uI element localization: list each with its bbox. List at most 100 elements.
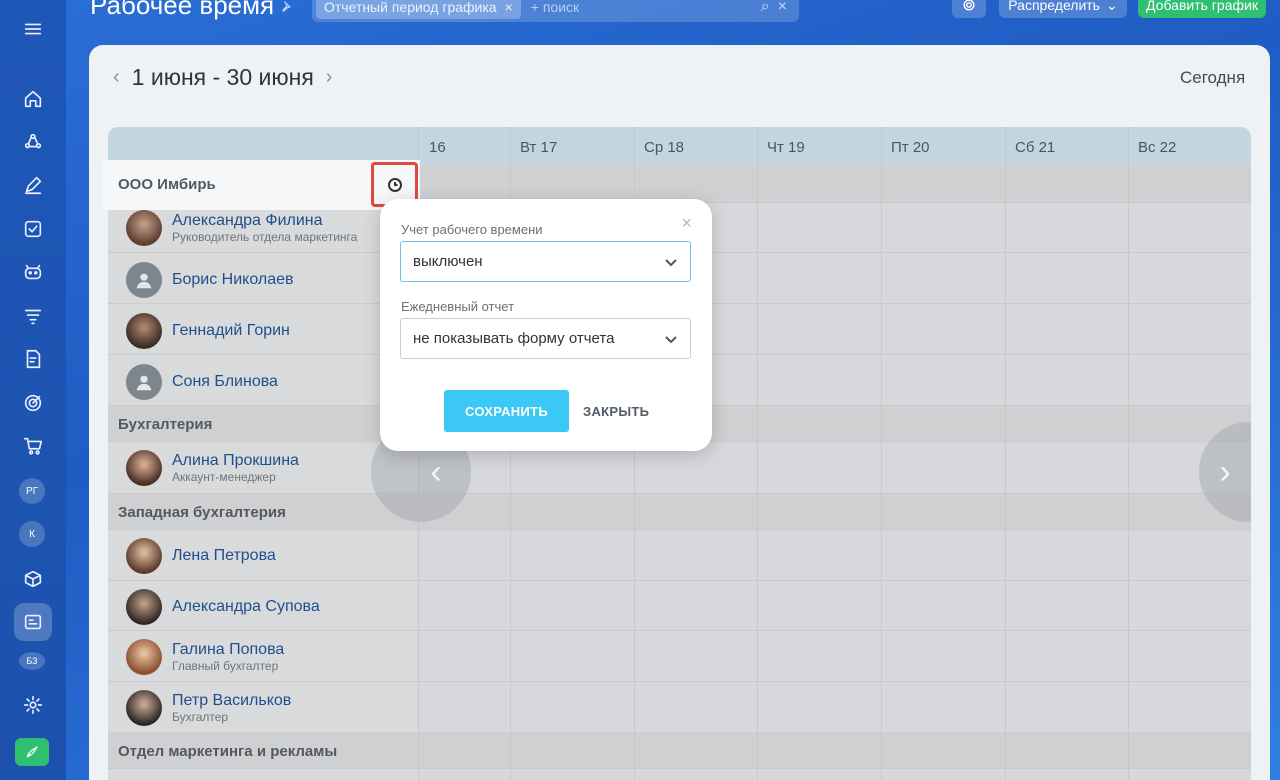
filter-funnel-icon[interactable] (14, 297, 52, 335)
rocket-icon[interactable] (15, 738, 49, 766)
employee-role: Главный бухгалтер (172, 659, 279, 673)
employee-role: Аккаунт-менеджер (172, 470, 276, 484)
column-divider (881, 127, 882, 780)
day-header: Вс 22 (1138, 139, 1177, 156)
daily-report-label: Ежедневный отчет (401, 299, 515, 314)
sidebar-avatar-rg[interactable]: РГ (19, 478, 45, 504)
employee-name[interactable]: Алина Прокшина (172, 452, 299, 470)
time-tracking-select[interactable]: выключен (400, 241, 691, 282)
employee-role: Руководитель отдела маркетинга (172, 230, 358, 244)
time-tracking-value: выключен (413, 253, 483, 270)
department-label: Отдел маркетинга и рекламы (118, 743, 338, 760)
filter-search-bar[interactable]: Отчетный период графика × + поиск ⌕ × (312, 0, 799, 22)
sidebar-avatar-k[interactable]: К (19, 521, 45, 547)
department-label: Бухгалтерия (118, 416, 213, 433)
prev-period-icon[interactable]: ‹ (113, 66, 120, 89)
avatar (126, 538, 162, 574)
chevron-left-icon: ‹ (430, 452, 442, 491)
employee-item[interactable]: Соня Блинова (126, 364, 278, 400)
avatar (126, 313, 162, 349)
add-schedule-button[interactable]: Добавить график (1138, 0, 1266, 18)
employee-name[interactable]: Лена Петрова (172, 547, 276, 565)
target-icon[interactable] (14, 384, 52, 422)
close-button[interactable]: ЗАКРЫТЬ (583, 404, 649, 419)
employee-item[interactable]: Петр Васильков Бухгалтер (126, 690, 291, 726)
box-icon[interactable] (14, 560, 52, 598)
column-divider (1005, 127, 1006, 780)
time-tracking-label: Учет рабочего времени (401, 222, 543, 237)
header-settings-button[interactable] (952, 0, 986, 18)
employee-item[interactable]: Геннадий Горин (126, 313, 290, 349)
employee-item[interactable]: Лена Петрова (126, 538, 276, 574)
daily-report-select[interactable]: не показывать форму отчета (400, 318, 691, 359)
day-header: Пт 20 (891, 139, 930, 156)
save-button[interactable]: СОХРАНИТЬ (444, 390, 569, 432)
avatar (126, 639, 162, 675)
distribute-button[interactable]: Распределить ⌄ (999, 0, 1127, 18)
column-divider (757, 127, 758, 780)
home-icon[interactable] (14, 80, 52, 118)
filter-chip[interactable]: Отчетный период графика × (316, 0, 521, 19)
document-sign-icon[interactable] (14, 340, 52, 378)
employee-name[interactable]: Соня Блинова (172, 373, 278, 391)
left-sidebar: РГ К БЗ (0, 0, 66, 780)
day-header: Чт 19 (767, 139, 805, 156)
employee-name[interactable]: Александра Филина (172, 212, 357, 230)
gear-icon (963, 0, 975, 11)
search-icon[interactable]: ⌕ (761, 0, 770, 16)
chip-close-icon[interactable]: × (505, 0, 513, 15)
avatar (126, 589, 162, 625)
day-header: Вт 17 (520, 139, 558, 156)
avatar (126, 690, 162, 726)
menu-icon[interactable] (14, 10, 52, 48)
sidebar-avatar-bz[interactable]: БЗ (19, 652, 45, 670)
user-icon (136, 375, 152, 391)
department-label: ООО Имбирь (118, 176, 216, 193)
chevron-down-icon (665, 335, 677, 343)
day-header: Сб 21 (1015, 139, 1056, 156)
avatar (126, 364, 162, 400)
department-label: Западная бухгалтерия (118, 504, 286, 521)
chevron-down-icon (665, 258, 677, 266)
employee-item[interactable]: Борис Николаев (126, 262, 294, 298)
period-label: 1 июня - 30 июня (131, 64, 314, 90)
chevron-right-icon: › (1219, 452, 1231, 491)
day-header: 16 (429, 139, 446, 156)
department-row: Западная бухгалтерия (108, 494, 1251, 530)
crm-icon[interactable] (14, 123, 52, 161)
today-button[interactable]: Сегодня (1180, 68, 1245, 88)
department-row: Отдел маркетинга и рекламы (108, 733, 1251, 769)
chevron-down-icon: ⌄ (1105, 0, 1118, 13)
settings-gear-icon[interactable] (14, 686, 52, 724)
employee-name[interactable]: Геннадий Горин (172, 322, 290, 340)
filter-chip-label: Отчетный период графика (324, 0, 497, 15)
tasks-icon[interactable] (14, 210, 52, 248)
cart-icon[interactable] (14, 427, 52, 465)
avatar (126, 262, 162, 298)
clear-icon[interactable]: × (778, 0, 787, 16)
page-title: Рабочее время (90, 0, 275, 20)
daily-report-value: не показывать форму отчета (413, 330, 615, 347)
employee-item[interactable]: Алина Прокшина Аккаунт-менеджер (126, 450, 299, 486)
employee-name[interactable]: Борис Николаев (172, 271, 294, 289)
employee-item[interactable]: Александра Супова (126, 589, 320, 625)
employee-item[interactable]: Александра Филина Руководитель отдела ма… (126, 210, 357, 246)
avatar (126, 450, 162, 486)
pin-icon[interactable] (280, 0, 294, 14)
search-input[interactable]: + поиск (531, 0, 761, 15)
avatar (126, 210, 162, 246)
timesheet-icon[interactable] (14, 603, 52, 641)
bot-icon[interactable] (14, 253, 52, 291)
employee-item[interactable]: Галина Попова Главный бухгалтер (126, 639, 284, 675)
edit-icon[interactable] (14, 166, 52, 204)
worktime-settings-popup: × Учет рабочего времени выключен Ежеднев… (380, 199, 712, 451)
next-period-icon[interactable]: › (326, 66, 333, 89)
employee-name[interactable]: Галина Попова (172, 641, 284, 659)
day-header: Ср 18 (644, 139, 685, 156)
employee-name[interactable]: Петр Васильков (172, 692, 291, 710)
close-icon[interactable]: × (681, 213, 692, 234)
employee-name[interactable]: Александра Супова (172, 598, 320, 616)
period-navigation: ‹ 1 июня - 30 июня › (113, 64, 332, 91)
table-row (108, 530, 1251, 581)
user-icon (136, 273, 152, 289)
